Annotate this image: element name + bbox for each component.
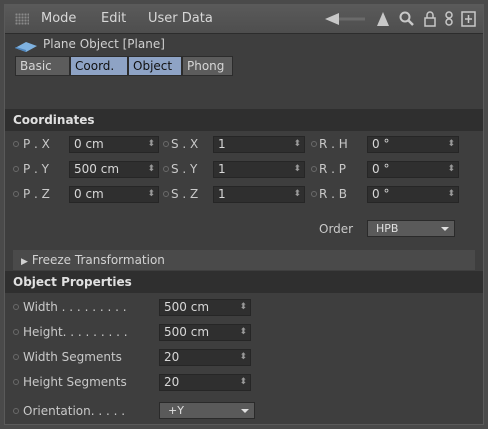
rh-field[interactable]: 0 ° ⬍: [367, 136, 459, 153]
chevron-down-icon: [241, 409, 249, 413]
sz-value: 1: [218, 187, 226, 201]
py-value: 500 cm: [74, 162, 120, 176]
keyframe-dot-icon[interactable]: [13, 379, 19, 385]
keyframe-dot-icon[interactable]: [13, 354, 19, 360]
spinner-icon[interactable]: ⬍: [239, 325, 247, 340]
keyframe-dot-icon[interactable]: [13, 329, 19, 335]
px-label: P . X: [23, 137, 50, 151]
tab-basic[interactable]: Basic: [15, 56, 70, 76]
menu-mode[interactable]: Mode: [41, 11, 76, 26]
pz-value: 0 cm: [74, 187, 104, 201]
tab-coord[interactable]: Coord.: [70, 56, 128, 76]
sx-label: S . X: [171, 137, 199, 151]
up-arrow-icon[interactable]: [375, 10, 391, 28]
spinner-icon[interactable]: ⬍: [239, 350, 247, 365]
height-segments-label: Height Segments: [23, 375, 127, 389]
attribute-manager: Mode Edit User Data Plane Object [Plane]…: [4, 4, 484, 425]
keyframe-dot-icon[interactable]: [13, 408, 19, 414]
spinner-icon[interactable]: ⬍: [239, 300, 247, 315]
spinner-icon[interactable]: ⬍: [447, 162, 455, 177]
coordinates-header[interactable]: Coordinates: [5, 109, 483, 131]
sz-field[interactable]: 1 ⬍: [213, 186, 305, 203]
py-field[interactable]: 500 cm ⬍: [69, 161, 159, 178]
keyframe-dot-icon[interactable]: [13, 191, 19, 197]
object-header: Plane Object [Plane]: [5, 34, 483, 56]
sx-field[interactable]: 1 ⬍: [213, 136, 305, 153]
lock-icon[interactable]: [423, 10, 437, 28]
keyframe-dot-icon[interactable]: [311, 191, 317, 197]
spinner-icon[interactable]: ⬍: [147, 162, 155, 177]
freeze-transformation-group[interactable]: ▶ Freeze Transformation: [13, 250, 475, 270]
width-segments-label: Width Segments: [23, 350, 122, 364]
spinner-icon[interactable]: ⬍: [147, 137, 155, 152]
rh-value: 0 °: [372, 137, 390, 151]
menu-user-data[interactable]: User Data: [148, 11, 213, 26]
orientation-dropdown[interactable]: +Y: [159, 402, 255, 419]
new-panel-icon[interactable]: [461, 10, 477, 28]
spinner-icon[interactable]: ⬍: [147, 187, 155, 202]
rp-value: 0 °: [372, 162, 390, 176]
link-chain-icon[interactable]: [443, 10, 455, 28]
height-label: Height. . . . . . . . .: [23, 325, 128, 339]
chevron-down-icon: [441, 227, 449, 231]
spinner-icon[interactable]: ⬍: [293, 187, 301, 202]
spinner-icon[interactable]: ⬍: [293, 162, 301, 177]
rb-value: 0 °: [372, 187, 390, 201]
sz-label: S . Z: [171, 187, 199, 201]
width-field[interactable]: 500 cm ⬍: [159, 299, 251, 316]
sy-value: 1: [218, 162, 226, 176]
pz-field[interactable]: 0 cm ⬍: [69, 186, 159, 203]
spinner-icon[interactable]: ⬍: [239, 375, 247, 390]
menu-edit[interactable]: Edit: [101, 11, 126, 26]
height-segments-field[interactable]: 20 ⬍: [159, 374, 251, 391]
keyframe-dot-icon[interactable]: [163, 166, 169, 172]
pz-label: P . Z: [23, 187, 50, 201]
keyframe-dot-icon[interactable]: [163, 191, 169, 197]
orientation-label: Orientation. . . . .: [23, 404, 126, 418]
sx-value: 1: [218, 137, 226, 151]
rp-field[interactable]: 0 ° ⬍: [367, 161, 459, 178]
px-value: 0 cm: [74, 137, 104, 151]
orientation-value: +Y: [168, 404, 184, 417]
height-field[interactable]: 500 cm ⬍: [159, 324, 251, 341]
rb-field[interactable]: 0 ° ⬍: [367, 186, 459, 203]
keyframe-dot-icon[interactable]: [13, 166, 19, 172]
sy-label: S . Y: [171, 162, 198, 176]
rb-label: R . B: [319, 187, 348, 201]
height-value: 500 cm: [164, 325, 210, 339]
spinner-icon[interactable]: ⬍: [293, 137, 301, 152]
width-segments-field[interactable]: 20 ⬍: [159, 349, 251, 366]
width-label: Width . . . . . . . . .: [23, 300, 127, 314]
search-icon[interactable]: [399, 10, 415, 28]
sy-field[interactable]: 1 ⬍: [213, 161, 305, 178]
spinner-icon[interactable]: ⬍: [447, 137, 455, 152]
width-value: 500 cm: [164, 300, 210, 314]
keyframe-dot-icon[interactable]: [311, 141, 317, 147]
height-segments-value: 20: [164, 375, 180, 389]
rp-label: R . P: [319, 162, 347, 176]
tab-phong[interactable]: Phong: [182, 56, 233, 76]
order-dropdown[interactable]: HPB: [367, 220, 455, 237]
px-field[interactable]: 0 cm ⬍: [69, 136, 159, 153]
menu-bar: Mode Edit User Data: [5, 5, 483, 34]
freeze-label: Freeze Transformation: [31, 253, 165, 267]
plane-object-icon: [15, 42, 37, 52]
keyframe-dot-icon[interactable]: [13, 141, 19, 147]
width-segments-value: 20: [164, 350, 180, 364]
drag-grip-icon[interactable]: [15, 13, 29, 25]
rh-label: R . H: [319, 137, 348, 151]
order-label: Order: [319, 222, 354, 236]
py-label: P . Y: [23, 162, 50, 176]
order-value: HPB: [376, 222, 399, 235]
keyframe-dot-icon[interactable]: [311, 166, 317, 172]
keyframe-dot-icon[interactable]: [163, 141, 169, 147]
spinner-icon[interactable]: ⬍: [447, 187, 455, 202]
triangle-right-icon: ▶: [21, 257, 28, 267]
object-properties-header[interactable]: Object Properties: [5, 271, 483, 293]
back-arrow-icon[interactable]: [323, 10, 367, 28]
object-title: Plane Object [Plane]: [43, 37, 165, 51]
keyframe-dot-icon[interactable]: [13, 304, 19, 310]
tab-object[interactable]: Object: [128, 56, 182, 76]
